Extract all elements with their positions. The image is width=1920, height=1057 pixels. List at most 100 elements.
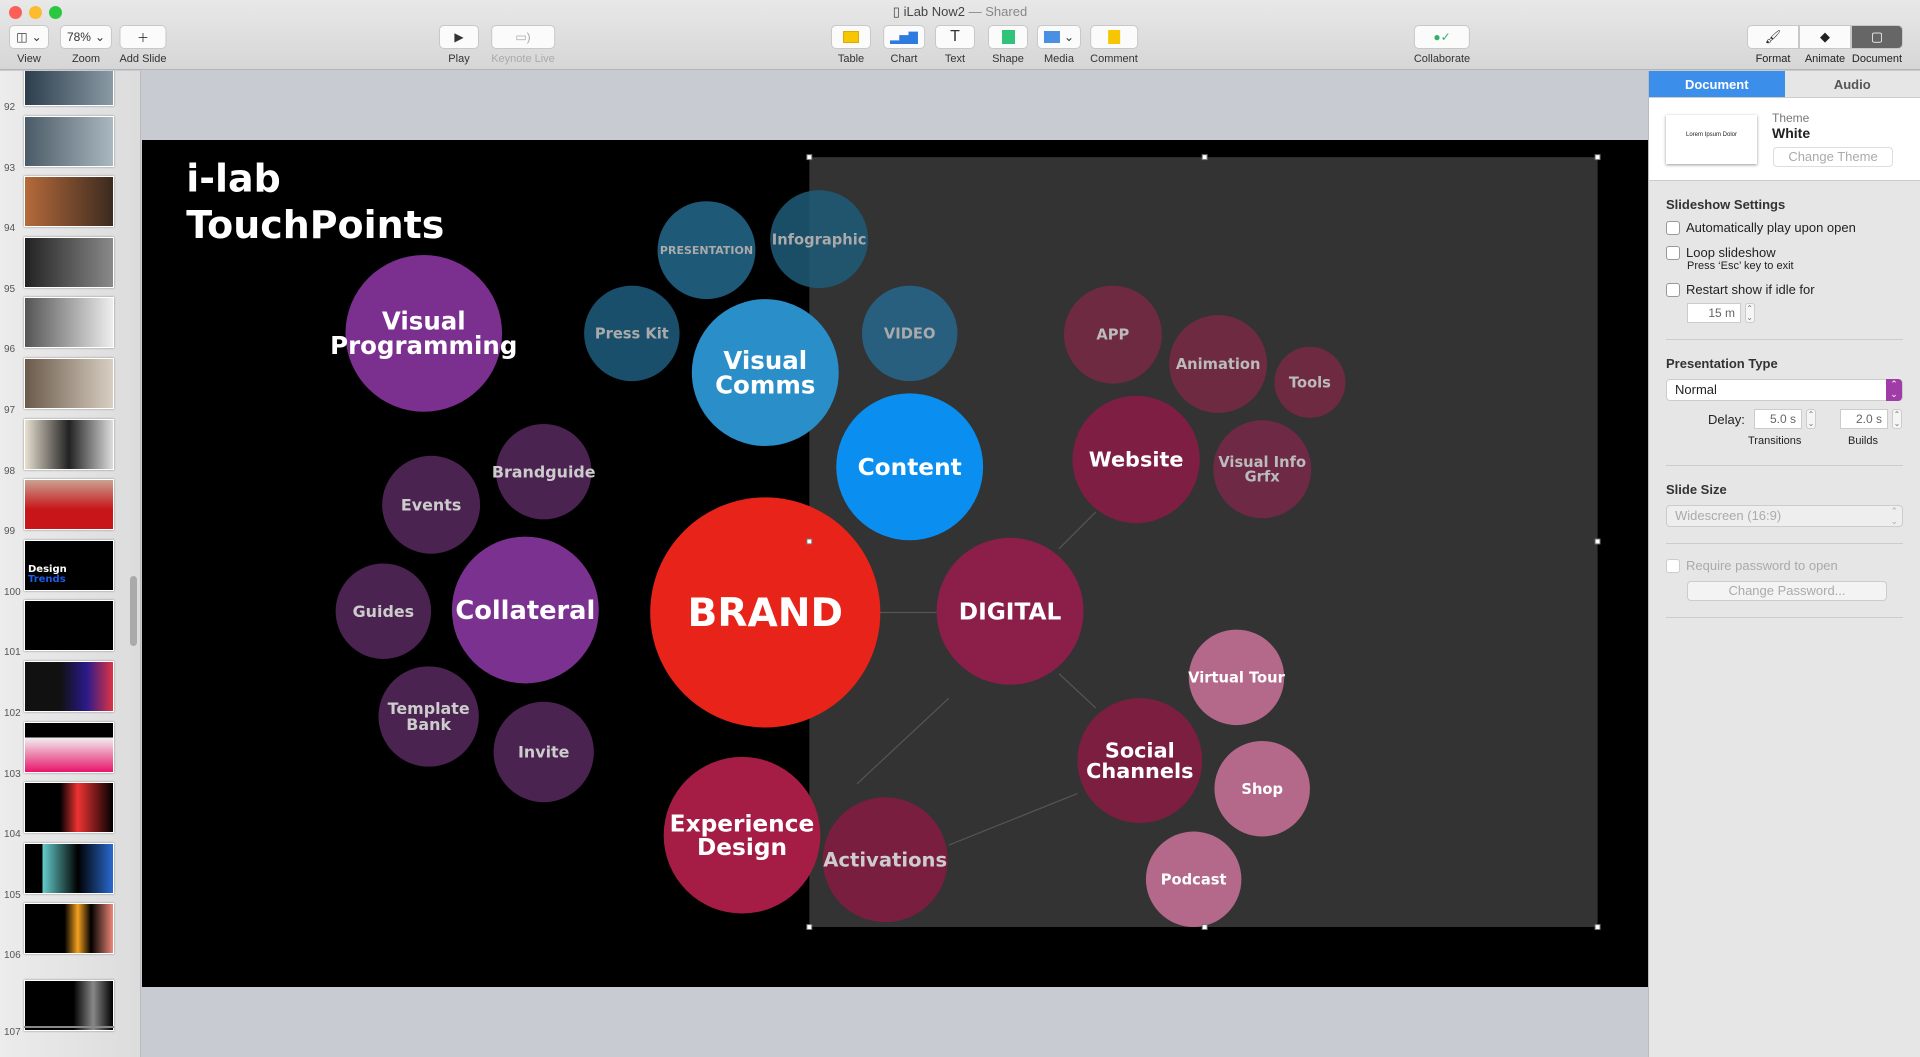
slide-thumbnail[interactable]	[24, 115, 114, 167]
bubble-tools[interactable]: Tools	[1274, 346, 1346, 418]
tab-audio[interactable]: Audio	[1784, 71, 1920, 98]
shape-button[interactable]: Shape	[988, 25, 1028, 65]
bubble-template-bank[interactable]: Template Bank	[378, 666, 479, 767]
transitions-delay-field[interactable]: 5.0 s	[1754, 409, 1802, 429]
table-button[interactable]: Table	[831, 25, 871, 65]
slide-thumbnail[interactable]: Design Trends	[24, 539, 114, 591]
slide-thumbnail[interactable]	[24, 600, 114, 652]
scrollbar[interactable]	[130, 576, 137, 646]
slide-thumbnail[interactable]	[24, 721, 114, 773]
bubble-brandguide[interactable]: Brandguide	[492, 423, 596, 520]
play-button[interactable]: ▶ Play	[439, 25, 479, 65]
slide-thumbnail[interactable]	[24, 661, 114, 712]
idle-time-field[interactable]: 15 m	[1687, 303, 1741, 323]
chevron-down-icon: ⌄	[94, 30, 106, 44]
bubble-content[interactable]: Content	[836, 393, 984, 541]
collaborate-button[interactable]: ●✓ Collaborate	[1413, 25, 1471, 65]
plus-icon: ＋	[119, 25, 167, 49]
auto-play-checkbox[interactable]: Automatically play upon open	[1666, 220, 1903, 235]
slide-number: 97	[4, 405, 16, 416]
slide-number: 105	[4, 889, 21, 901]
toolbar: ▯ iLab Now2 — Shared ◫ ⌄ View 78% ⌄ Zoom ＋ Ad…	[0, 0, 1920, 70]
chevron-down-icon: ⌄	[1063, 30, 1075, 44]
comment-button[interactable]: Comment	[1090, 25, 1138, 65]
bubble-label: Guides	[353, 602, 414, 621]
slide-number: 98	[4, 465, 16, 477]
bubble-brand[interactable]: BRAND	[650, 497, 881, 728]
bubble-animation[interactable]: Animation	[1169, 315, 1268, 413]
slide-thumbnail[interactable]	[24, 176, 114, 228]
bubble-label: DIGITAL	[959, 598, 1062, 625]
slide-size-select[interactable]: Widescreen (16:9) ⌃ ⌄	[1666, 505, 1903, 527]
require-password-checkbox[interactable]: Require password to open	[1666, 558, 1903, 573]
bubble-presentation[interactable]: PRESENTATION	[657, 201, 756, 300]
add-slide-button[interactable]: ＋ Add Slide	[119, 25, 167, 65]
bubble-digital[interactable]: DIGITAL	[936, 537, 1084, 685]
bubble-invite[interactable]: Invite	[493, 701, 594, 803]
format-button[interactable]: 🖌 Format	[1747, 25, 1799, 65]
bubble-collateral[interactable]: Collateral	[451, 536, 599, 684]
slide-thumbnail[interactable]	[24, 297, 114, 349]
slide-thumbnail[interactable]	[24, 236, 114, 288]
change-password-button[interactable]: Change Password...	[1687, 581, 1887, 601]
view-button[interactable]: ◫ ⌄ View	[9, 25, 49, 65]
bubble-events[interactable]: Events	[382, 455, 481, 554]
bubble-experience-design[interactable]: Experience Design	[663, 756, 821, 914]
bubble-label: Brandguide	[492, 462, 596, 481]
slide-thumbnail[interactable]	[24, 358, 114, 409]
keynote-live-icon: ▭)	[491, 25, 555, 49]
inspector-panel: Document Audio Lorem Ipsum Dolor Theme W…	[1648, 71, 1920, 1057]
slide-number: 102	[4, 708, 21, 719]
media-button[interactable]: ⌄ Media	[1036, 25, 1082, 65]
play-icon: ▶	[439, 25, 479, 49]
bubble-app[interactable]: APP	[1063, 285, 1162, 384]
bubble-visual-info[interactable]: Visual Info Grfx	[1213, 420, 1312, 519]
bubble-label: Collateral	[455, 596, 595, 626]
window-title: ▯ iLab Now2 — Shared	[892, 4, 1028, 19]
slide-navigator: 92 93 94 95 96 97 98 99 Design Trends 100 101 102 103…	[0, 71, 141, 1057]
bubble-guides[interactable]: Guides	[335, 563, 432, 659]
selected-rectangle[interactable]	[809, 157, 1598, 928]
slide-thumbnail[interactable]	[24, 479, 114, 531]
builds-delay-field[interactable]: 2.0 s	[1840, 409, 1888, 429]
slide-thumbnail[interactable]	[24, 782, 114, 834]
animate-button[interactable]: ◆ Animate	[1799, 25, 1851, 65]
bubble-label: BRAND	[687, 591, 843, 636]
slide-thumbnail[interactable]	[24, 418, 114, 470]
bubble-press-kit[interactable]: Press Kit	[584, 285, 680, 382]
zoom-select[interactable]: 78% ⌄ Zoom	[59, 25, 113, 65]
bubble-visual-programming[interactable]: Visual Programming	[330, 255, 517, 412]
keynote-live-button[interactable]: ▭) Keynote Live	[491, 25, 555, 65]
text-icon: T	[935, 25, 975, 49]
slide-number: 100	[4, 586, 21, 598]
slide-thumbnail[interactable]	[24, 842, 114, 894]
bubble-website[interactable]: Website	[1072, 395, 1200, 524]
collaborate-icon: ●✓	[1413, 25, 1471, 49]
text-button[interactable]: T Text	[935, 25, 975, 65]
bubble-label: Website	[1089, 448, 1184, 472]
slide-thumbnail[interactable]	[24, 903, 114, 955]
change-theme-button[interactable]: Change Theme	[1773, 147, 1893, 167]
slide-thumbnail[interactable]	[24, 980, 114, 1031]
bubble-infographic[interactable]: Infographic	[770, 190, 869, 289]
idle-stepper[interactable]: ⌃ ⌄	[1744, 303, 1755, 323]
builds-stepper[interactable]: ⌃ ⌄	[1892, 409, 1902, 429]
bubble-video[interactable]: VIDEO	[861, 285, 958, 382]
bubble-activations[interactable]: Activations	[822, 797, 948, 923]
bubble-podcast[interactable]: Podcast	[1145, 831, 1242, 928]
tab-document[interactable]: Document	[1649, 71, 1785, 98]
transitions-stepper[interactable]: ⌃ ⌄	[1806, 409, 1816, 429]
bubble-social-channels[interactable]: Social Channels	[1077, 698, 1203, 823]
presentation-type-select[interactable]: Normal ⌃ ⌄	[1666, 379, 1903, 401]
restart-idle-checkbox[interactable]: Restart show if idle for	[1666, 282, 1903, 297]
chart-button[interactable]: ▂▅▇ Chart	[883, 25, 925, 65]
slide-thumbnail[interactable]	[24, 71, 114, 106]
bubble-shop[interactable]: Shop	[1214, 740, 1310, 837]
inspector-toggle: 🖌 Format ◆ Animate ▢ Document	[1747, 25, 1903, 65]
document-button[interactable]: ▢ Document	[1851, 25, 1903, 65]
drop-indicator	[24, 1026, 114, 1028]
theme-thumbnail: Lorem Ipsum Dolor	[1666, 115, 1757, 164]
paintbrush-icon: 🖌	[1747, 25, 1799, 49]
bubble-visual-comms[interactable]: Visual Comms	[691, 299, 839, 446]
loop-checkbox[interactable]: Loop slideshow	[1666, 245, 1903, 260]
